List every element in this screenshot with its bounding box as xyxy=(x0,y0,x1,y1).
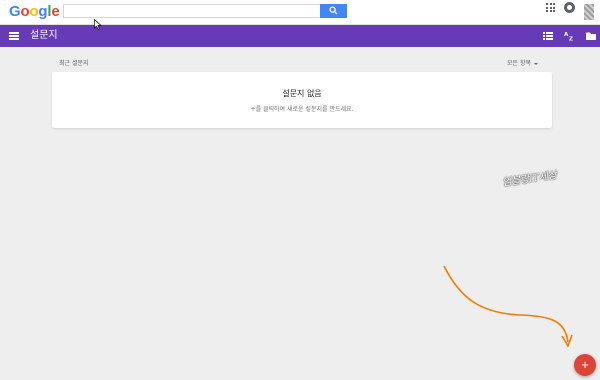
logo-letter: o xyxy=(20,3,30,20)
empty-state-card: 설문지 없음 +를 클릭하여 새로운 설문지를 만드세요. xyxy=(52,72,552,128)
create-form-fab[interactable]: + xyxy=(574,354,596,376)
folder-icon[interactable] xyxy=(586,32,596,40)
avatar[interactable] xyxy=(584,4,594,20)
search-icon xyxy=(329,6,338,15)
app-title: 설문지 xyxy=(30,30,58,41)
notifications-icon[interactable] xyxy=(564,2,575,13)
chevron-down-icon xyxy=(534,62,538,65)
logo-letter: e xyxy=(51,3,60,20)
forms-app-bar: 설문지 A Z xyxy=(0,25,600,47)
recent-forms-header: 최근 설문지 모든 항목 xyxy=(52,56,552,68)
google-bar: Google xyxy=(0,0,600,25)
owner-filter-dropdown[interactable]: 모든 항목 xyxy=(507,58,538,67)
owner-filter-label: 모든 항목 xyxy=(507,60,531,67)
section-title: 최근 설문지 xyxy=(59,60,89,67)
search-bar xyxy=(63,4,347,18)
empty-state-description: +를 클릭하여 새로운 설문지를 만드세요. xyxy=(250,106,354,113)
menu-icon[interactable] xyxy=(9,32,19,40)
search-input[interactable] xyxy=(63,4,321,18)
logo-letter: g xyxy=(38,3,48,20)
logo-letter: o xyxy=(29,3,39,20)
svg-text:Z: Z xyxy=(569,37,573,42)
empty-state-title: 설문지 없음 xyxy=(282,89,322,98)
list-view-icon[interactable] xyxy=(543,32,553,40)
mouse-cursor-icon xyxy=(94,19,102,30)
search-button[interactable] xyxy=(320,4,347,18)
plus-icon: + xyxy=(581,357,589,372)
arrow-annotation xyxy=(443,265,573,347)
sort-az-icon[interactable]: A Z xyxy=(564,30,575,41)
apps-grid-icon[interactable] xyxy=(546,3,555,12)
logo-letter: G xyxy=(9,3,21,20)
watermark: 엄블랑IT세상 xyxy=(501,170,558,189)
google-logo[interactable]: Google xyxy=(9,3,60,21)
